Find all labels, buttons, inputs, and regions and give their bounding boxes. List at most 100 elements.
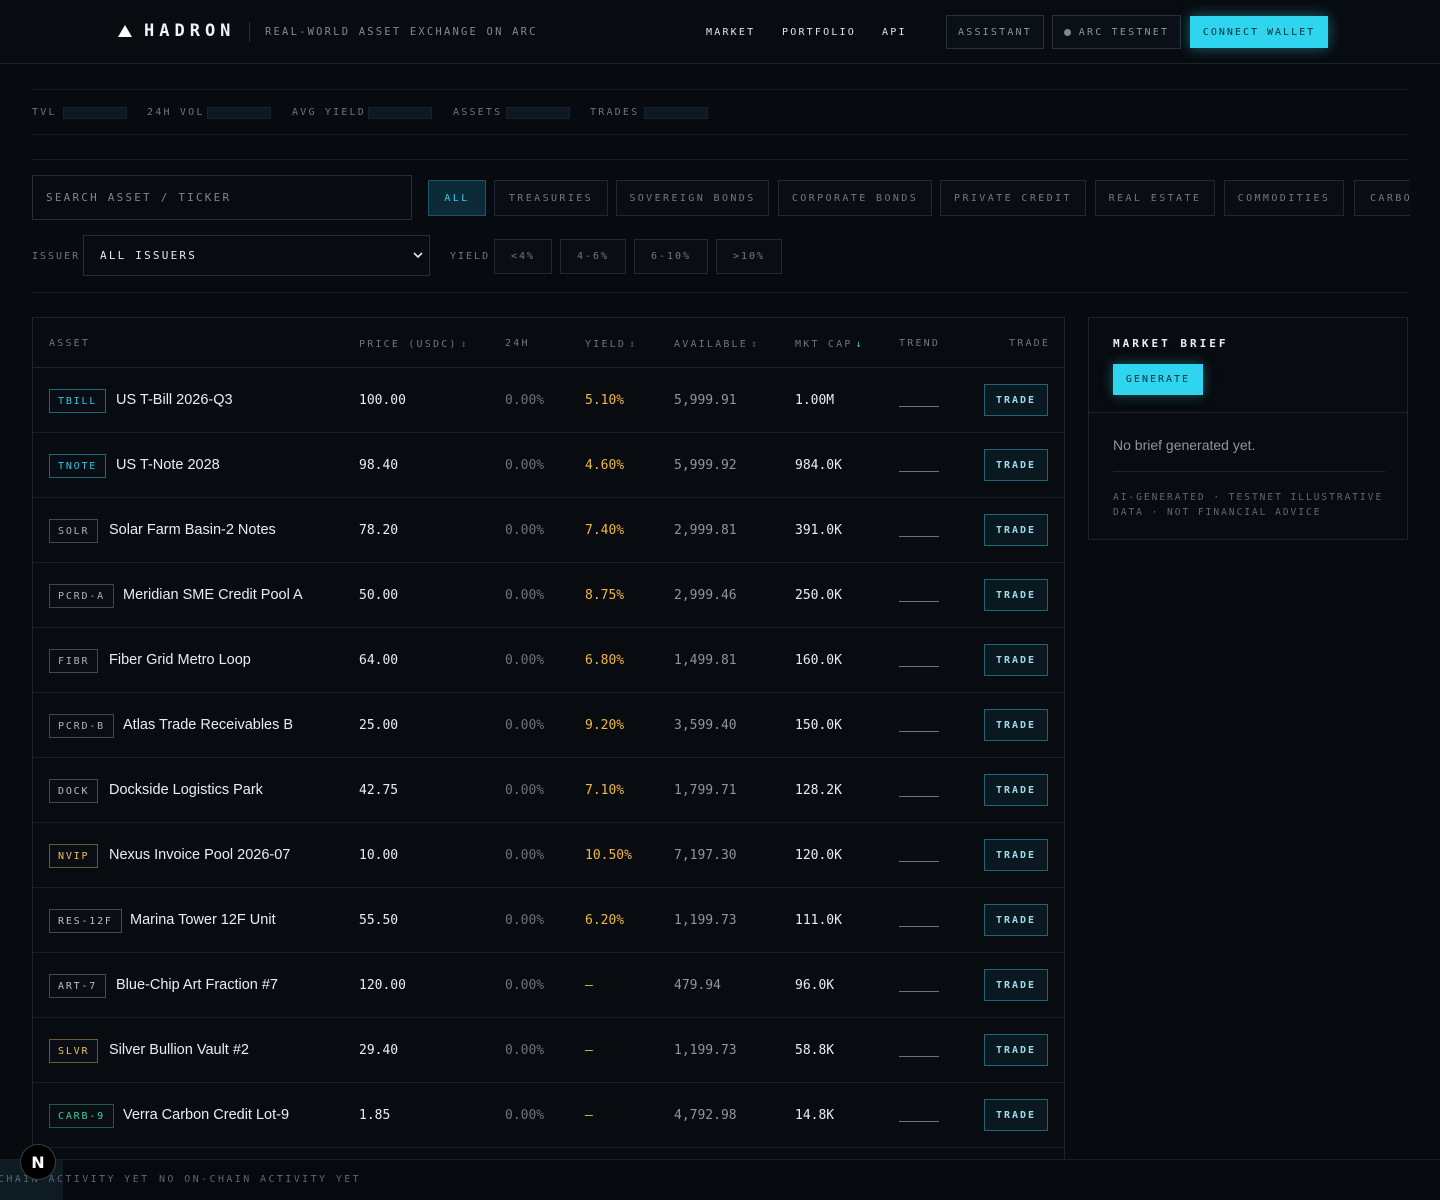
table-row[interactable]: NVIP Nexus Invoice Pool 2026-07 10.00 0.00%… <box>33 823 1064 888</box>
trade-button[interactable]: TRADE <box>984 579 1048 611</box>
table-row[interactable]: SOLR Solar Farm Basin-2 Notes 78.20 0.00% 7.… <box>33 498 1064 563</box>
issuer-select-value: ALL ISSUERS <box>100 249 198 262</box>
trade-button[interactable]: TRADE <box>984 449 1048 481</box>
brand-name[interactable]: HADRON <box>144 21 235 41</box>
brief-empty-state: No brief generated yet. <box>1113 437 1256 453</box>
tab-treasuries[interactable]: TREASURIES <box>494 180 608 216</box>
table-row[interactable]: CARB-9 Verra Carbon Credit Lot-9 1.85 0.00%… <box>33 1083 1064 1148</box>
tab-all[interactable]: ALL <box>428 180 486 216</box>
asset-available: 1,199.73 <box>674 1043 737 1058</box>
yield-filter-6-10[interactable]: 6-10% <box>634 239 708 274</box>
tab-real-estate[interactable]: REAL ESTATE <box>1095 180 1215 216</box>
table-row[interactable]: TNOTE US T-Note 2028 98.40 0.00% 4.60% 5,999.… <box>33 433 1064 498</box>
asset-name[interactable]: Verra Carbon Credit Lot-9 <box>123 1107 289 1123</box>
asset-ticker: CARB-9 <box>49 1104 114 1128</box>
asset-name[interactable]: Meridian SME Credit Pool A <box>123 587 303 603</box>
table-row[interactable]: DOCK Dockside Logistics Park 42.75 0.00% 7.1… <box>33 758 1064 823</box>
asset-available: 5,999.91 <box>674 393 737 408</box>
asset-name[interactable]: Nexus Invoice Pool 2026-07 <box>109 847 290 863</box>
network-label: ARC TESTNET <box>1078 26 1170 38</box>
issuer-select[interactable]: ALL ISSUERS <box>83 235 430 276</box>
asset-name[interactable]: US T-Note 2028 <box>116 457 220 473</box>
asset-market-cap: 128.2K <box>795 783 842 798</box>
stat-label-assets: ASSETS <box>453 107 503 118</box>
table-row[interactable]: FIBR Fiber Grid Metro Loop 64.00 0.00% 6.80%… <box>33 628 1064 693</box>
asset-name[interactable]: US T-Bill 2026-Q3 <box>116 392 233 408</box>
assistant-button-label: ASSISTANT <box>958 26 1032 38</box>
asset-name[interactable]: Dockside Logistics Park <box>109 782 263 798</box>
asset-price: 25.00 <box>359 718 399 733</box>
table-row[interactable]: TBILL US T-Bill 2026-Q3 100.00 0.00% 5.10% 5,… <box>33 368 1064 433</box>
table-row[interactable]: SLVR Silver Bullion Vault #2 29.40 0.00% — 1,… <box>33 1018 1064 1083</box>
nav-portfolio[interactable]: PORTFOLIO <box>782 27 856 38</box>
asset-name[interactable]: Marina Tower 12F Unit <box>130 912 276 928</box>
table-row[interactable]: RES-12F Marina Tower 12F Unit 55.50 0.00% 6.… <box>33 888 1064 953</box>
yield-filter-under-4[interactable]: <4% <box>494 239 552 274</box>
asset-name[interactable]: Atlas Trade Receivables B <box>123 717 293 733</box>
network-button[interactable]: ARC TESTNET <box>1052 15 1181 49</box>
brand-divider <box>249 22 250 42</box>
trade-button[interactable]: TRADE <box>984 514 1048 546</box>
stat-placeholder-assets <box>506 107 570 119</box>
trade-button[interactable]: TRADE <box>984 839 1048 871</box>
asset-name[interactable]: Silver Bullion Vault #2 <box>109 1042 249 1058</box>
generate-button[interactable]: GENERATE <box>1113 364 1203 395</box>
nav-market[interactable]: MARKET <box>706 27 755 38</box>
search-input[interactable] <box>32 175 412 220</box>
tab-carbon[interactable]: CARBO <box>1354 180 1410 216</box>
asset-change: 0.00% <box>505 978 545 993</box>
column-header-price[interactable]: PRICE (USDC) ↕ <box>359 339 469 350</box>
nav-api[interactable]: API <box>882 27 907 38</box>
category-tabs: ALL TREASURIES SOVEREIGN BONDS CORPORATE… <box>428 180 1410 216</box>
yield-filter-4-6[interactable]: 4-6% <box>560 239 626 274</box>
trade-button[interactable]: TRADE <box>984 384 1048 416</box>
asset-available: 3,599.40 <box>674 718 737 733</box>
trend-sparkline <box>899 666 939 667</box>
column-header-yield[interactable]: YIELD ↕ <box>585 339 637 350</box>
filter-divider <box>32 292 1408 293</box>
sort-icon: ↕ <box>460 339 469 350</box>
asset-market-cap: 150.0K <box>795 718 842 733</box>
section-divider <box>32 159 1408 160</box>
tab-sovereign-bonds[interactable]: SOVEREIGN BONDS <box>616 180 769 216</box>
tab-corporate-bonds[interactable]: CORPORATE BONDS <box>778 180 932 216</box>
asset-market-cap: 111.0K <box>795 913 842 928</box>
stat-placeholder-volume <box>207 107 271 119</box>
trade-button[interactable]: TRADE <box>984 1099 1048 1131</box>
trade-button[interactable]: TRADE <box>984 1034 1048 1066</box>
trend-sparkline <box>899 991 939 992</box>
column-header-trend: TREND <box>899 338 941 349</box>
asset-name[interactable]: Solar Farm Basin-2 Notes <box>109 522 276 538</box>
tab-private-credit[interactable]: PRIVATE CREDIT <box>940 180 1086 216</box>
asset-change: 0.00% <box>505 913 545 928</box>
tab-commodities[interactable]: COMMODITIES <box>1224 180 1344 216</box>
trend-sparkline <box>899 536 939 537</box>
trade-button[interactable]: TRADE <box>984 709 1048 741</box>
trade-button[interactable]: TRADE <box>984 774 1048 806</box>
asset-name[interactable]: Fiber Grid Metro Loop <box>109 652 251 668</box>
stat-label-yield: AVG YIELD <box>292 107 366 118</box>
table-row[interactable]: PCRD-B Atlas Trade Receivables B 25.00 0.00… <box>33 693 1064 758</box>
trade-button[interactable]: TRADE <box>984 969 1048 1001</box>
asset-market-cap: 984.0K <box>795 458 842 473</box>
column-header-mcap[interactable]: MKT CAP ↓ <box>795 339 864 350</box>
table-row[interactable]: PCRD-A Meridian SME Credit Pool A 50.00 0.0… <box>33 563 1064 628</box>
asset-yield: — <box>585 1043 593 1058</box>
trade-button[interactable]: TRADE <box>984 904 1048 936</box>
trade-button[interactable]: TRADE <box>984 644 1048 676</box>
column-header-available[interactable]: AVAILABLE ↕ <box>674 339 759 350</box>
yield-filter-over-10[interactable]: >10% <box>716 239 782 274</box>
framework-badge-icon[interactable]: N <box>20 1144 56 1180</box>
asset-change: 0.00% <box>505 718 545 733</box>
asset-yield: 5.10% <box>585 393 625 408</box>
assistant-button[interactable]: ASSISTANT <box>946 15 1044 49</box>
asset-ticker: DOCK <box>49 779 99 803</box>
asset-price: 100.00 <box>359 393 406 408</box>
asset-ticker: SLVR <box>49 1039 99 1063</box>
asset-name[interactable]: Blue-Chip Art Fraction #7 <box>116 977 278 993</box>
connect-wallet-button[interactable]: CONNECT WALLET <box>1190 16 1328 48</box>
asset-market-cap: 250.0K <box>795 588 842 603</box>
trend-sparkline <box>899 926 939 927</box>
table-row[interactable]: ART-7 Blue-Chip Art Fraction #7 120.00 0.00… <box>33 953 1064 1018</box>
top-bar: HADRON REAL-WORLD ASSET EXCHANGE ON ARC … <box>0 0 1440 64</box>
